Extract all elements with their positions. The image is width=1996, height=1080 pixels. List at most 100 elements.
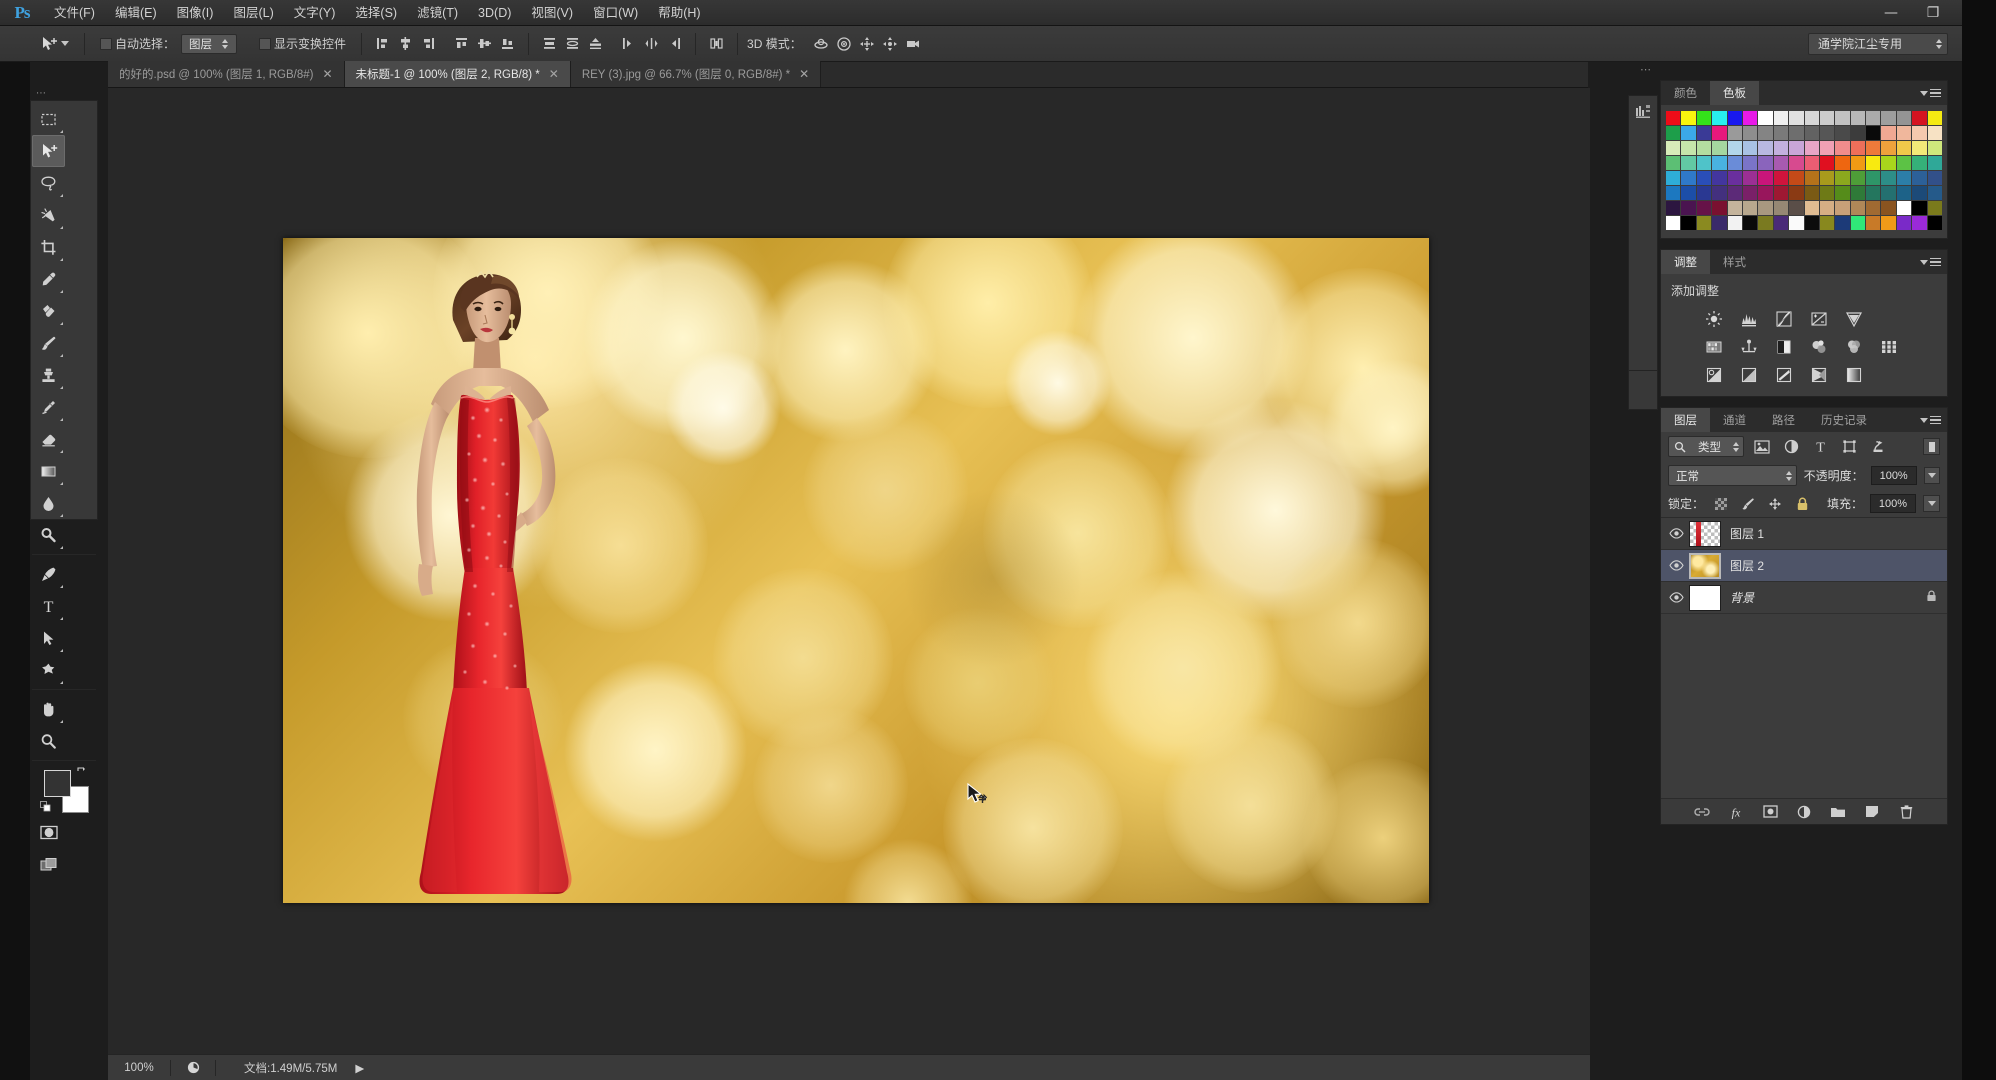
tab-swatches[interactable]: 色板: [1710, 81, 1759, 105]
color-swatch[interactable]: [1927, 156, 1942, 170]
distribute-vertical-centers-icon[interactable]: [561, 32, 584, 55]
color-swatch[interactable]: [1666, 201, 1681, 215]
pixel-layer-filter-icon[interactable]: [1751, 437, 1773, 457]
curves-icon[interactable]: [1773, 309, 1794, 328]
color-swatch[interactable]: [1681, 216, 1696, 230]
color-swatch[interactable]: [1758, 171, 1773, 185]
maximize-button[interactable]: ❐: [1912, 0, 1954, 26]
color-swatch[interactable]: [1850, 111, 1866, 125]
menu-layer[interactable]: 图层(L): [223, 0, 283, 26]
color-swatch[interactable]: [1866, 201, 1881, 215]
color-swatch[interactable]: [1742, 201, 1758, 215]
color-swatch[interactable]: [1681, 111, 1696, 125]
swap-colors-icon[interactable]: [76, 766, 88, 778]
fill-slider-button[interactable]: [1923, 495, 1940, 512]
color-swatch[interactable]: [1819, 216, 1835, 230]
quick-mask-mode-toggle[interactable]: [32, 816, 65, 848]
magic-wand-tool[interactable]: [32, 199, 65, 231]
menu-file[interactable]: 文件(F): [44, 0, 105, 26]
color-swatch[interactable]: [1773, 201, 1789, 215]
align-top-edges-icon[interactable]: [450, 32, 473, 55]
adjustment-layer-filter-icon[interactable]: [1780, 437, 1802, 457]
posterize-icon[interactable]: [1738, 365, 1759, 384]
color-swatch[interactable]: [1927, 126, 1942, 140]
color-swatch[interactable]: [1819, 111, 1835, 125]
color-swatch[interactable]: [1927, 111, 1942, 125]
color-swatch[interactable]: [1696, 156, 1712, 170]
menu-window[interactable]: 窗口(W): [583, 0, 648, 26]
color-swatch[interactable]: [1912, 156, 1927, 170]
color-swatch[interactable]: [1896, 186, 1912, 200]
color-swatch[interactable]: [1773, 156, 1789, 170]
color-swatch[interactable]: [1804, 201, 1819, 215]
color-swatch[interactable]: [1881, 171, 1896, 185]
color-swatch[interactable]: [1758, 186, 1773, 200]
color-swatch[interactable]: [1866, 141, 1881, 155]
show-transform-group[interactable]: 显示变换控件: [253, 31, 352, 57]
align-vertical-centers-icon[interactable]: [473, 32, 496, 55]
layer-thumbnail[interactable]: [1689, 584, 1721, 611]
color-swatch[interactable]: [1835, 201, 1850, 215]
color-swatch[interactable]: [1758, 111, 1773, 125]
color-swatch[interactable]: [1819, 186, 1835, 200]
color-swatch[interactable]: [1727, 171, 1742, 185]
distribute-bottom-edges-icon[interactable]: [584, 32, 607, 55]
layer-visibility-icon[interactable]: [1663, 528, 1689, 539]
document-tab-2[interactable]: 未标题-1 @ 100% (图层 2, RGB/8) * ✕: [344, 61, 571, 87]
color-swatch[interactable]: [1727, 141, 1742, 155]
color-swatch[interactable]: [1696, 126, 1712, 140]
canvas-workspace[interactable]: [108, 88, 1590, 1054]
color-swatch[interactable]: [1758, 156, 1773, 170]
menu-edit[interactable]: 编辑(E): [105, 0, 167, 26]
color-swatch[interactable]: [1696, 111, 1712, 125]
zoom-tool[interactable]: [32, 725, 65, 757]
color-swatch[interactable]: [1681, 186, 1696, 200]
layer-thumbnail[interactable]: [1689, 520, 1721, 547]
type-tool[interactable]: T: [32, 590, 65, 622]
align-right-edges-icon[interactable]: [417, 32, 440, 55]
smart-object-filter-icon[interactable]: [1867, 437, 1889, 457]
color-swatch[interactable]: [1666, 186, 1681, 200]
color-swatch[interactable]: [1789, 171, 1804, 185]
brush-tool[interactable]: [32, 327, 65, 359]
layer-name[interactable]: 图层 1: [1730, 525, 1764, 542]
auto-select-target-dropdown[interactable]: 图层: [181, 33, 238, 54]
color-swatch[interactable]: [1804, 156, 1819, 170]
levels-icon[interactable]: [1738, 309, 1759, 328]
document-canvas[interactable]: [283, 238, 1429, 903]
color-swatch[interactable]: [1666, 126, 1681, 140]
history-brush-tool[interactable]: [32, 391, 65, 423]
color-swatch[interactable]: [1804, 216, 1819, 230]
tab-layers[interactable]: 图层: [1661, 408, 1710, 432]
close-icon[interactable]: ✕: [549, 67, 559, 81]
color-swatch[interactable]: [1896, 156, 1912, 170]
color-swatch[interactable]: [1835, 111, 1850, 125]
color-swatch[interactable]: [1912, 126, 1927, 140]
color-swatch[interactable]: [1696, 216, 1712, 230]
custom-shape-tool[interactable]: [32, 654, 65, 686]
color-swatch[interactable]: [1773, 111, 1789, 125]
add-mask-icon[interactable]: [1761, 803, 1779, 821]
gradient-map-icon[interactable]: [1808, 365, 1829, 384]
align-left-edges-icon[interactable]: [371, 32, 394, 55]
workspace-switcher[interactable]: 通学院江尘专用: [1807, 32, 1948, 55]
layer-name[interactable]: 图层 2: [1730, 557, 1764, 574]
layer-thumbnail[interactable]: [1689, 552, 1721, 579]
screen-mode-toggle[interactable]: [32, 848, 65, 880]
crop-tool[interactable]: [32, 231, 65, 263]
color-swatch[interactable]: [1712, 186, 1727, 200]
layer-visibility-icon[interactable]: [1663, 592, 1689, 603]
tab-paths[interactable]: 路径: [1759, 408, 1808, 432]
color-swatch[interactable]: [1850, 216, 1866, 230]
color-swatch[interactable]: [1742, 171, 1758, 185]
color-swatch[interactable]: [1866, 171, 1881, 185]
status-expand-arrow-icon[interactable]: ▶: [355, 1061, 364, 1075]
color-swatch[interactable]: [1835, 216, 1850, 230]
color-swatch[interactable]: [1727, 126, 1742, 140]
auto-select-group[interactable]: 自动选择：: [94, 31, 181, 57]
color-swatch[interactable]: [1912, 111, 1927, 125]
blur-tool[interactable]: [32, 487, 65, 519]
new-adjustment-layer-icon[interactable]: [1795, 803, 1813, 821]
color-balance-icon[interactable]: [1738, 337, 1759, 356]
color-swatch[interactable]: [1666, 216, 1681, 230]
